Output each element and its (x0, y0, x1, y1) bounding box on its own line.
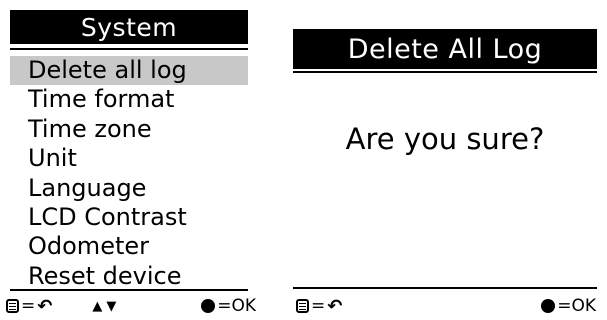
system-menu-list: Delete all log Time format Time zone Uni… (10, 56, 248, 291)
system-footer-legend: = ↶ ▲▼ =OK (6, 293, 256, 319)
filled-circle-icon (541, 299, 556, 313)
title-divider (10, 48, 248, 50)
footer-divider (10, 289, 248, 291)
delete-confirm-screen: Delete All Log Are you sure? = ↶ =OK (286, 0, 607, 320)
ok-legend: =OK (557, 296, 596, 316)
menu-equals: = (21, 296, 36, 316)
back-arrow-icon: ↶ (37, 295, 53, 317)
menu-item-lcd-contrast[interactable]: LCD Contrast (10, 203, 248, 232)
menu-item-unit[interactable]: Unit (10, 144, 248, 173)
up-down-arrows-icon: ▲▼ (92, 298, 121, 314)
back-arrow-icon: ↶ (327, 295, 343, 317)
ok-legend: =OK (217, 296, 256, 316)
menu-item-language[interactable]: Language (10, 174, 248, 203)
system-menu-screen: System Delete all log Time format Time z… (0, 0, 256, 320)
delete-title: Delete All Log (347, 33, 543, 65)
menu-item-time-zone[interactable]: Time zone (10, 115, 248, 144)
menu-item-delete-all-log[interactable]: Delete all log (10, 56, 248, 86)
menu-icon (296, 299, 309, 313)
confirm-footer-legend: = ↶ =OK (296, 293, 596, 319)
menu-equals: = (311, 296, 326, 316)
footer-divider (293, 287, 597, 289)
confirm-message: Are you sure? (345, 122, 545, 156)
menu-item-time-format[interactable]: Time format (10, 85, 248, 114)
delete-title-bar: Delete All Log (293, 29, 597, 69)
system-title-bar: System (10, 10, 248, 44)
menu-item-reset-device[interactable]: Reset device (10, 262, 248, 291)
filled-circle-icon (201, 299, 216, 313)
title-divider (293, 71, 597, 73)
menu-icon (6, 299, 19, 313)
menu-item-odometer[interactable]: Odometer (10, 232, 248, 261)
system-title: System (80, 12, 178, 42)
